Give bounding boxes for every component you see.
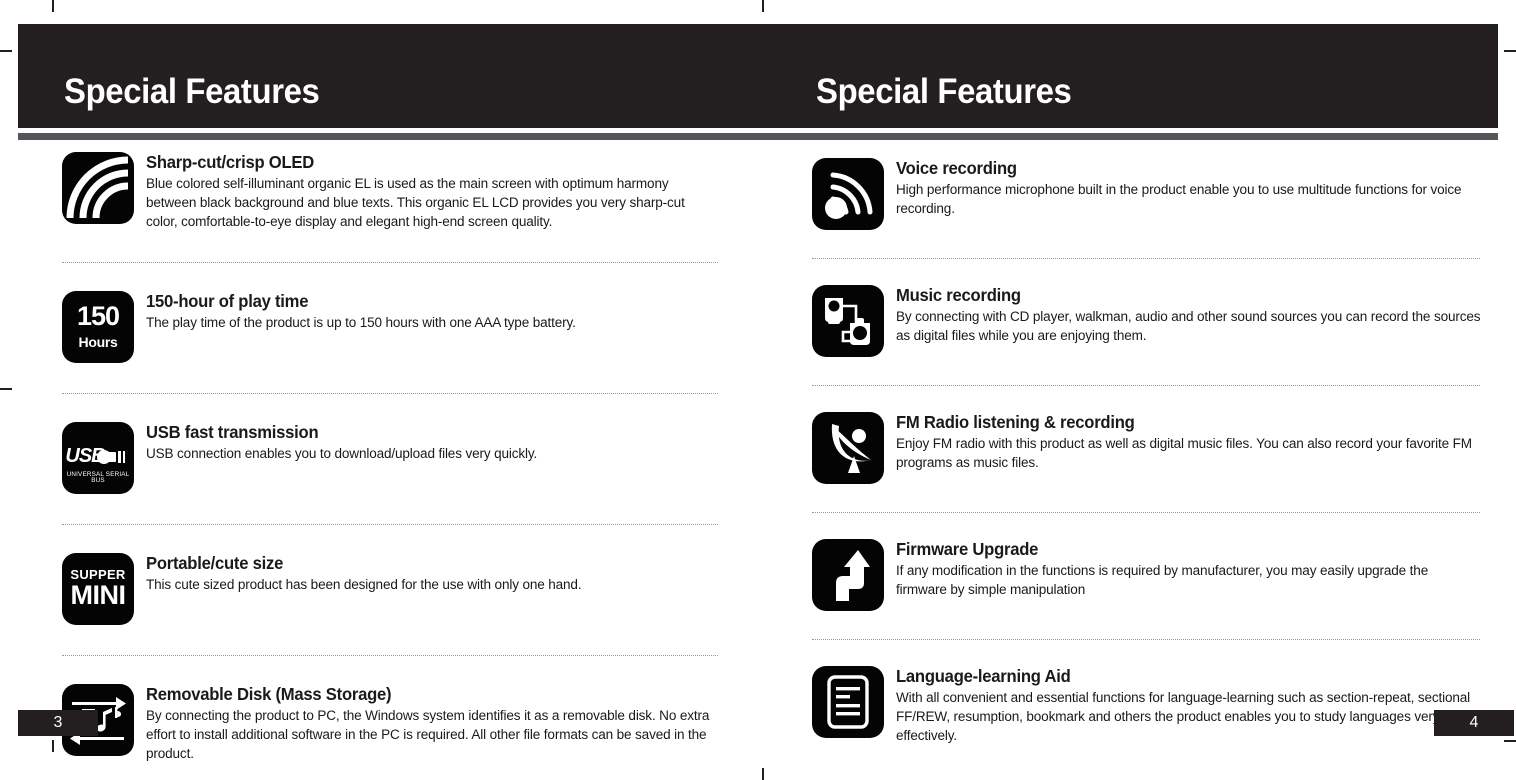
crop-mark-left-top — [0, 50, 12, 52]
satellite-dish-icon — [812, 412, 884, 484]
feature-text: 150-hour of play time The play time of t… — [146, 291, 718, 333]
feature-title: 150-hour of play time — [146, 290, 309, 311]
feature-item: SUPPER MINI Portable/cute size This cute… — [62, 552, 718, 625]
oled-arcs-icon — [62, 152, 134, 224]
battery-150-hours-icon: 150 Hours — [62, 290, 134, 363]
feature-text: Sharp-cut/crisp OLED Blue colored self-i… — [146, 152, 718, 232]
feature-text: Voice recording High performance microph… — [896, 158, 1480, 219]
feature-title: Portable/cute size — [146, 552, 284, 573]
crop-mark-bottom-left — [52, 740, 54, 752]
icon-text-mini: MINI — [70, 579, 127, 610]
icon-text-150: 150 — [76, 300, 120, 331]
feature-title: Removable Disk (Mass Storage) — [146, 683, 392, 704]
feature-item: Removable Disk (Mass Storage) By connect… — [62, 683, 718, 764]
feature-description: Blue colored self-illuminant organic EL … — [146, 176, 685, 231]
feature-separator — [812, 512, 1480, 513]
feature-description: By connecting with CD player, walkman, a… — [896, 309, 1481, 345]
feature-item: Language-learning Aid With all convenien… — [812, 666, 1480, 746]
document-lines-icon — [812, 666, 884, 738]
feature-item: Firmware Upgrade If any modification in … — [812, 539, 1480, 611]
feature-text: FM Radio listening & recording Enjoy FM … — [896, 412, 1480, 473]
feature-title: Language-learning Aid — [896, 666, 1071, 686]
feature-item: Music recording By connecting with CD pl… — [812, 285, 1481, 357]
feature-title: Sharp-cut/crisp OLED — [146, 152, 315, 172]
feature-text: Music recording By connecting with CD pl… — [896, 285, 1481, 346]
feature-text: USB fast transmission USB connection ena… — [146, 422, 718, 464]
feature-separator — [812, 639, 1480, 640]
feature-separator — [62, 392, 718, 394]
crop-mark-top-center — [762, 0, 764, 12]
page-title-left: Special Features — [64, 72, 320, 111]
upgrade-arrow-icon — [812, 539, 884, 611]
feature-separator — [62, 654, 718, 656]
feature-separator — [62, 261, 718, 263]
crop-mark-bottom-center — [762, 768, 764, 780]
feature-separator — [812, 258, 1480, 259]
feature-text: Firmware Upgrade If any modification in … — [896, 539, 1480, 600]
icon-text-supper: SUPPER — [70, 566, 126, 582]
feature-title: Firmware Upgrade — [896, 539, 1039, 559]
icon-text-usb: USB — [65, 444, 105, 467]
usb-logo-icon: USB UNIVERSAL SERIAL BUS — [62, 421, 134, 494]
crop-mark-right-bottom — [1504, 740, 1516, 742]
feature-description: Enjoy FM radio with this product as well… — [896, 436, 1472, 472]
brochure-spread: Special Features Special Features Sharp-… — [0, 0, 1516, 780]
microphone-waves-icon — [812, 158, 884, 230]
feature-description: USB connection enables you to download/u… — [146, 446, 538, 463]
page-number-right: 4 — [1434, 710, 1514, 736]
feature-title: USB fast transmission — [146, 421, 319, 442]
crop-mark-left-middle — [0, 388, 12, 390]
feature-text: Portable/cute size This cute sized produ… — [146, 553, 718, 595]
device-cable-icon — [812, 285, 884, 357]
feature-description: With all convenient and essential functi… — [896, 690, 1471, 745]
crop-mark-right-top — [1504, 50, 1516, 52]
right-page-feature-list: Voice recording High performance microph… — [812, 158, 1481, 746]
feature-title: Music recording — [896, 285, 1021, 305]
feature-title: Voice recording — [896, 158, 1017, 178]
icon-text-hours: Hours — [78, 333, 118, 350]
supper-mini-icon: SUPPER MINI — [62, 552, 134, 625]
page-number-left: 3 — [18, 710, 98, 736]
crop-mark-top-left — [52, 0, 54, 12]
left-page-feature-list: Sharp-cut/crisp OLED Blue colored self-i… — [62, 152, 718, 764]
feature-item: USB UNIVERSAL SERIAL BUS USB fast transm… — [62, 421, 718, 494]
feature-text: Removable Disk (Mass Storage) By connect… — [146, 684, 718, 764]
feature-separator — [812, 385, 1480, 386]
icon-text-usb-subtitle: UNIVERSAL SERIAL BUS — [66, 470, 130, 485]
feature-item: 150 Hours 150-hour of play time The play… — [62, 290, 718, 363]
feature-title: FM Radio listening & recording — [896, 412, 1135, 432]
feature-item: Voice recording High performance microph… — [812, 158, 1480, 230]
feature-description: By connecting the product to PC, the Win… — [146, 708, 710, 762]
feature-separator — [62, 523, 718, 525]
feature-description: If any modification in the functions is … — [896, 563, 1429, 599]
feature-item: Sharp-cut/crisp OLED Blue colored self-i… — [62, 152, 718, 232]
feature-item: FM Radio listening & recording Enjoy FM … — [812, 412, 1480, 484]
feature-text: Language-learning Aid With all convenien… — [896, 666, 1480, 746]
feature-description: High performance microphone built in the… — [896, 182, 1462, 218]
feature-description: This cute sized product has been designe… — [146, 577, 582, 594]
feature-description: The play time of the product is up to 15… — [146, 315, 576, 332]
header-rule — [18, 133, 1498, 140]
page-title-right: Special Features — [816, 72, 1072, 111]
